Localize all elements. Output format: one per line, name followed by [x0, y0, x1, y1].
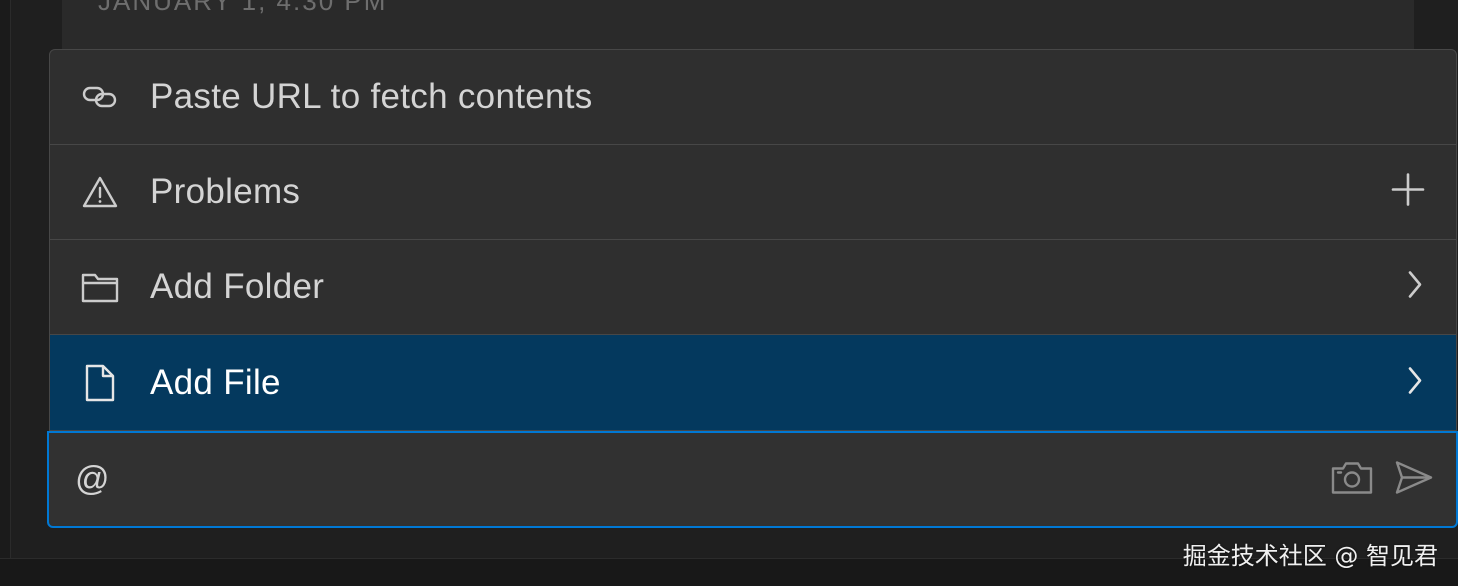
file-icon	[84, 364, 116, 402]
warning-icon	[82, 175, 118, 209]
folder-icon	[81, 271, 119, 303]
chat-input[interactable]: @	[47, 431, 1458, 528]
menu-item-paste-url[interactable]: Paste URL to fetch contents	[50, 50, 1456, 145]
chat-input-value[interactable]: @	[75, 460, 110, 499]
watermark-text: 掘金技术社区 @ 智见君	[1182, 542, 1438, 570]
menu-item-problems[interactable]: Problems	[50, 145, 1456, 240]
context-picker-menu: Paste URL to fetch contents Problems Add…	[49, 49, 1457, 431]
chevron-right-icon[interactable]	[1404, 364, 1426, 401]
chat-panel: JANUARY 1, 4:30 PM Paste URL to fetch co…	[0, 0, 1458, 586]
menu-item-label: Problems	[150, 172, 301, 211]
camera-icon[interactable]	[1330, 459, 1374, 500]
chevron-right-icon[interactable]	[1404, 269, 1426, 306]
left-sidebar-edge	[0, 0, 11, 558]
menu-item-label: Add Folder	[150, 267, 325, 306]
message-timestamp: JANUARY 1, 4:30 PM	[98, 0, 388, 16]
menu-item-label: Paste URL to fetch contents	[150, 77, 593, 116]
link-icon	[81, 82, 119, 112]
send-icon[interactable]	[1394, 459, 1434, 500]
plus-icon[interactable]	[1390, 172, 1426, 213]
menu-item-add-folder[interactable]: Add Folder	[50, 240, 1456, 335]
menu-item-label: Add File	[150, 362, 281, 402]
menu-item-add-file[interactable]: Add File	[50, 335, 1456, 430]
